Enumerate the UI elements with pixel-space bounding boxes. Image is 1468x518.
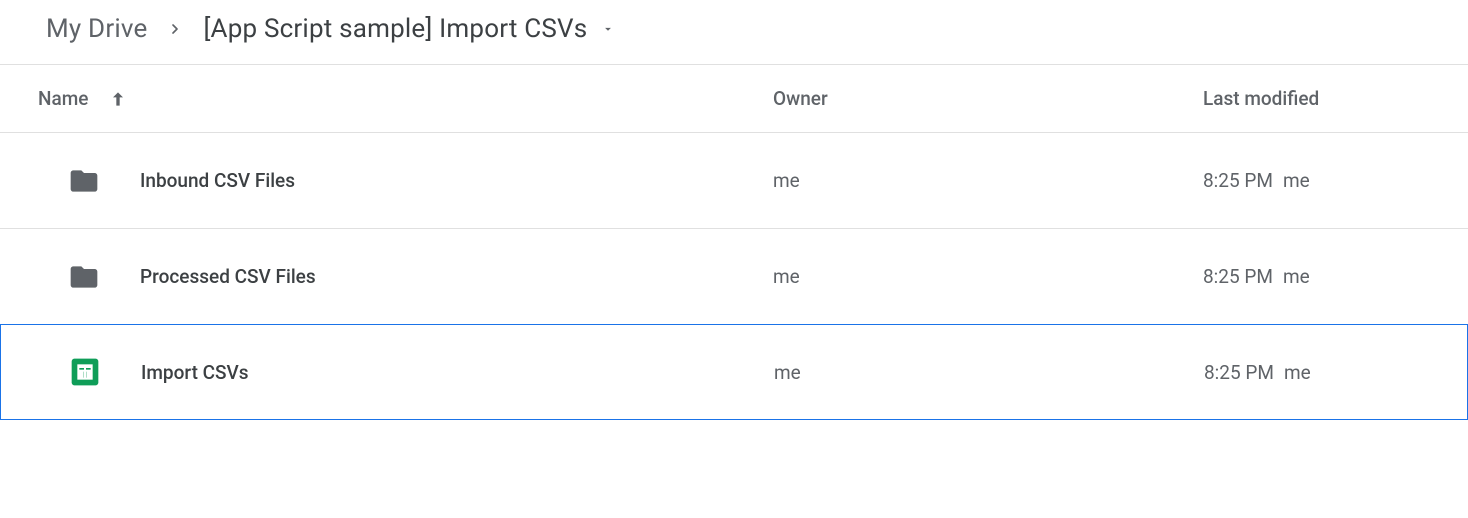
file-name-cell: Import CSVs xyxy=(39,356,774,388)
file-modified-by: me xyxy=(1283,265,1310,288)
file-name: Import CSVs xyxy=(141,361,249,384)
file-modified-time: 8:25 PM xyxy=(1203,169,1273,192)
file-name: Inbound CSV Files xyxy=(140,169,295,192)
sort-ascending-icon[interactable] xyxy=(108,89,128,109)
breadcrumb-root[interactable]: My Drive xyxy=(46,14,147,44)
file-name-cell: Inbound CSV Files xyxy=(38,165,773,197)
file-modified-time: 8:25 PM xyxy=(1204,361,1274,384)
file-modified-time: 8:25 PM xyxy=(1203,265,1273,288)
column-header-modified[interactable]: Last modified xyxy=(1203,87,1468,110)
folder-icon xyxy=(68,165,100,197)
file-modified-by: me xyxy=(1283,169,1310,192)
file-modified: 8:25 PM me xyxy=(1204,361,1467,384)
breadcrumb: My Drive [App Script sample] Import CSVs xyxy=(0,0,1468,65)
column-header-owner[interactable]: Owner xyxy=(773,87,1203,110)
file-modified: 8:25 PM me xyxy=(1203,169,1468,192)
file-row[interactable]: Processed CSV Filesme8:25 PMme xyxy=(0,229,1468,325)
file-name: Processed CSV Files xyxy=(140,265,316,288)
file-owner: me xyxy=(773,265,1203,288)
chevron-right-icon xyxy=(167,21,183,37)
file-modified: 8:25 PM me xyxy=(1203,265,1468,288)
folder-dropdown-icon[interactable] xyxy=(601,22,615,36)
file-owner: me xyxy=(774,361,1204,384)
column-name-label: Name xyxy=(38,87,88,110)
file-owner: me xyxy=(773,169,1203,192)
file-row[interactable]: Import CSVsme8:25 PMme xyxy=(0,324,1468,420)
file-name-cell: Processed CSV Files xyxy=(38,261,773,293)
file-modified-by: me xyxy=(1284,361,1311,384)
column-header-row: Name Owner Last modified xyxy=(0,65,1468,133)
breadcrumb-current-folder[interactable]: [App Script sample] Import CSVs xyxy=(203,14,587,44)
folder-icon xyxy=(68,261,100,293)
file-list: Inbound CSV Filesme8:25 PMmeProcessed CS… xyxy=(0,133,1468,420)
file-row[interactable]: Inbound CSV Filesme8:25 PMme xyxy=(0,133,1468,229)
column-header-name[interactable]: Name xyxy=(38,87,773,110)
sheets-icon xyxy=(69,356,101,388)
